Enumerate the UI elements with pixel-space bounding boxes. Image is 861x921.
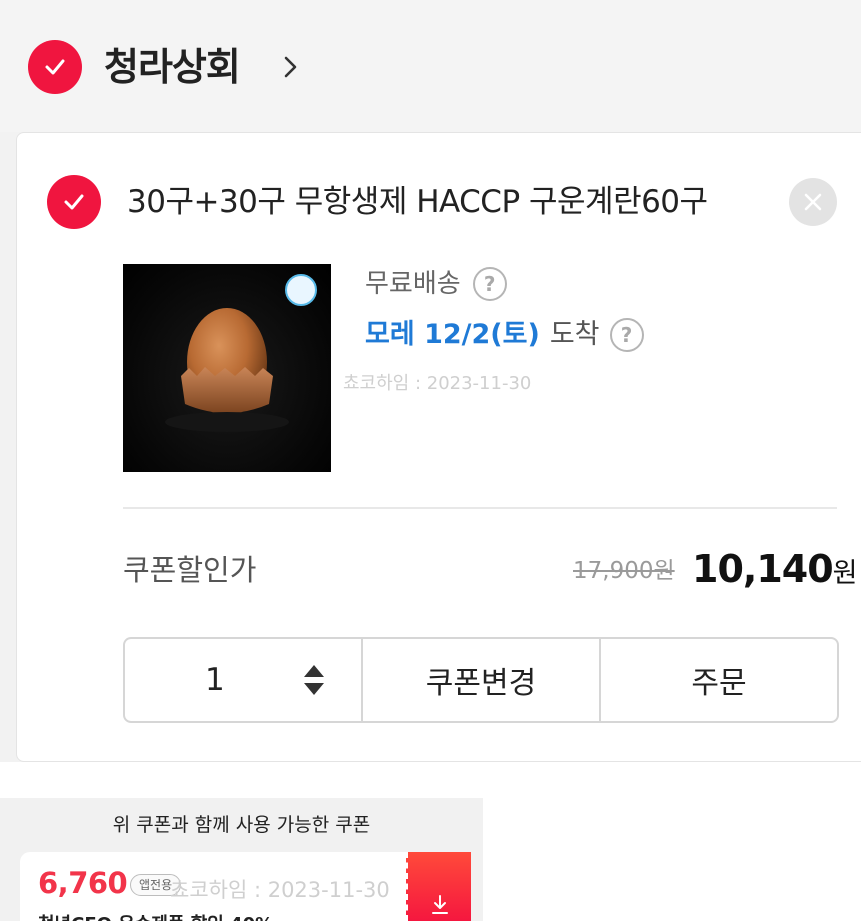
coupon-card[interactable]: 6,760 앱전용 쵸코하임 : 2023-11-30 청년CEO 우수제품 할… [20, 852, 406, 921]
arrival-date: 모레 12/2(토) [365, 319, 540, 350]
close-icon [804, 193, 822, 211]
coupon-change-button[interactable]: 쿠폰변경 [363, 639, 601, 721]
item-select-checkbox[interactable] [47, 175, 101, 229]
check-icon [45, 59, 65, 75]
coupon-popup-heading: 위 쿠폰과 함께 사용 가능한 쿠폰 [112, 814, 371, 836]
haccp-badge-icon [285, 274, 317, 306]
quantity-selector[interactable]: 1 [125, 639, 363, 721]
seller-name[interactable]: 청라상회 [104, 40, 241, 94]
price-label: 쿠폰할인가 [123, 553, 257, 587]
cart-page: 청라상회 30구+30구 무항생제 HACCP 구운계란60구 무료배송 ? 모… [0, 0, 861, 921]
seller-select-checkbox[interactable] [28, 40, 82, 94]
check-icon [64, 194, 84, 210]
divider [123, 507, 837, 509]
original-price: 17,900원 [573, 558, 675, 584]
coupon-amount: 6,760 [38, 866, 128, 900]
chevron-right-icon[interactable] [282, 52, 300, 82]
item-title[interactable]: 30구+30구 무항생제 HACCP 구운계란60구 [127, 175, 708, 229]
order-button[interactable]: 주문 [601, 639, 837, 721]
watermark: 쵸코하임 : 2023-11-30 [170, 878, 390, 902]
question-circle-icon[interactable]: ? [472, 267, 507, 301]
arrival-info: 모레 12/2(토) 도착 ? [365, 314, 644, 356]
up-down-arrow-icon[interactable] [303, 663, 325, 697]
quantity-value[interactable]: 1 [205, 639, 225, 721]
watermark: 쵸코하임 : 2023-11-30 [343, 373, 532, 394]
final-price-unit: 원 [832, 558, 858, 589]
product-thumbnail[interactable] [123, 264, 331, 472]
download-arrow-icon [431, 895, 448, 914]
cart-item-card: 30구+30구 무항생제 HACCP 구운계란60구 무료배송 ? 모레 12/… [16, 132, 861, 762]
shipping-info: 무료배송 ? [365, 264, 507, 304]
shipping-label: 무료배송 [365, 269, 461, 299]
action-bar: 1 쿠폰변경 주문 [123, 637, 839, 723]
coupon-download-button[interactable] [406, 852, 471, 921]
arrival-suffix: 도착 [549, 319, 600, 350]
final-price: 10,140원 [692, 541, 857, 597]
coupon-name: 청년CEO 우수제품 할인 40% [38, 910, 273, 921]
final-price-amount: 10,140 [692, 547, 834, 591]
remove-item-button[interactable] [789, 178, 837, 226]
question-circle-icon[interactable]: ? [609, 318, 644, 352]
seller-row: 청라상회 [0, 0, 861, 132]
